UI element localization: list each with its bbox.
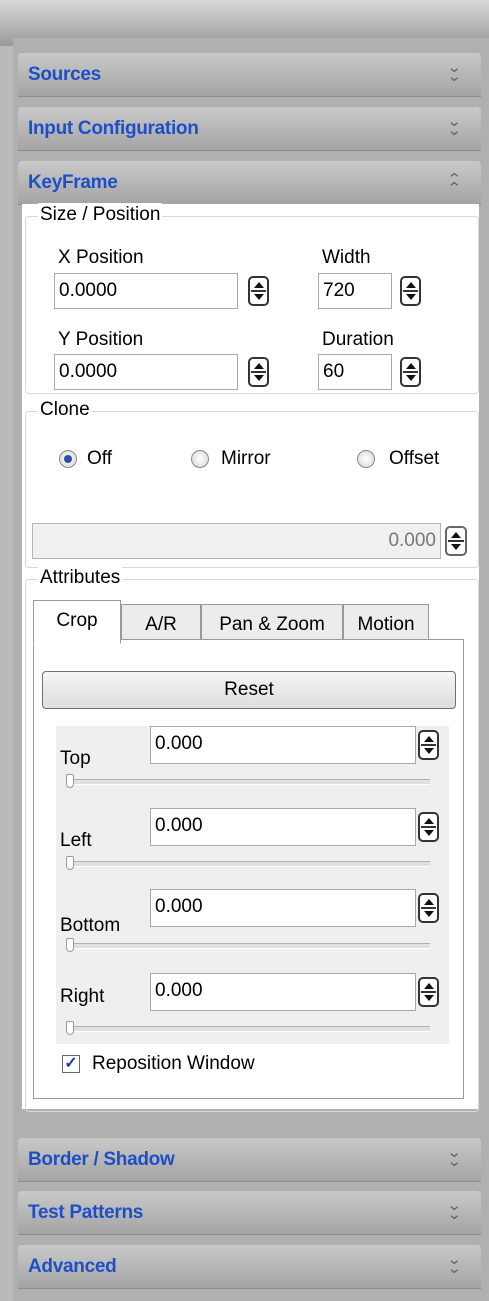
attributes-legend: Attributes	[38, 566, 123, 590]
expand-chevron-icon[interactable]: ⌄ ⌄	[447, 114, 462, 138]
tab-motion[interactable]: Motion	[343, 604, 429, 644]
expand-chevron-icon[interactable]: ⌄ ⌄	[447, 1145, 462, 1169]
test-patterns-title: Test Patterns	[28, 1202, 144, 1223]
crop-left-spinner[interactable]	[418, 812, 439, 842]
width-spinner[interactable]	[400, 276, 421, 306]
x-position-input[interactable]: 0.0000	[54, 273, 238, 309]
crop-right-spinner[interactable]	[418, 977, 439, 1007]
crop-right-slider-thumb[interactable]	[66, 1021, 74, 1035]
border-shadow-title: Border / Shadow	[28, 1149, 175, 1170]
crop-left-input[interactable]: 0.000	[150, 808, 416, 846]
duration-label: Duration	[322, 329, 394, 350]
tab-pan-zoom[interactable]: Pan & Zoom	[201, 604, 343, 644]
crop-left-slider-thumb[interactable]	[66, 856, 74, 870]
crop-top-label: Top	[60, 748, 91, 769]
crop-right-input[interactable]: 0.000	[150, 973, 416, 1011]
duration-input[interactable]: 60	[318, 354, 392, 390]
y-position-spinner[interactable]	[248, 357, 269, 387]
clone-off-label[interactable]: Off	[87, 448, 112, 470]
crop-top-slider-track[interactable]	[66, 779, 430, 785]
crop-top-slider-thumb[interactable]	[66, 774, 74, 788]
size-position-legend: Size / Position	[38, 203, 163, 227]
clone-mirror-label[interactable]: Mirror	[221, 448, 271, 470]
crop-left-slider-track[interactable]	[66, 861, 430, 867]
tab-crop[interactable]: Crop	[33, 600, 121, 644]
keyframe-header[interactable]: KeyFrame ⌃ ⌃	[18, 161, 481, 205]
test-patterns-header[interactable]: Test Patterns ⌄ ⌄	[18, 1191, 481, 1235]
crop-bottom-slider-thumb[interactable]	[66, 938, 74, 952]
clone-offset-spinner[interactable]	[445, 526, 467, 556]
crop-right-slider-track[interactable]	[66, 1026, 430, 1032]
clone-mirror-radio[interactable]	[191, 450, 209, 468]
expand-chevron-icon[interactable]: ⌄ ⌄	[447, 1198, 462, 1222]
crop-right-label: Right	[60, 986, 105, 1007]
crop-bottom-label: Bottom	[60, 915, 121, 936]
reposition-window-checkbox[interactable]: ✓	[62, 1055, 80, 1073]
clone-off-radio[interactable]	[59, 450, 77, 468]
clone-offset-label[interactable]: Offset	[389, 448, 439, 470]
input-configuration-title: Input Configuration	[28, 118, 199, 139]
crop-bottom-spinner[interactable]	[418, 893, 439, 923]
input-configuration-header[interactable]: Input Configuration ⌄ ⌄	[18, 107, 481, 151]
sources-header[interactable]: Sources ⌄ ⌄	[18, 53, 481, 97]
collapse-chevron-icon[interactable]: ⌃ ⌃	[447, 172, 462, 196]
expand-chevron-icon[interactable]: ⌄ ⌄	[447, 1252, 462, 1276]
y-position-label: Y Position	[58, 329, 144, 350]
y-position-input[interactable]: 0.0000	[54, 354, 238, 390]
crop-top-input[interactable]: 0.000	[150, 726, 416, 764]
expand-chevron-icon[interactable]: ⌄ ⌄	[447, 60, 462, 84]
sources-title: Sources	[28, 64, 101, 85]
crop-left-label: Left	[60, 830, 92, 851]
reset-button[interactable]: Reset	[42, 671, 456, 709]
crop-tab-page: Reset Top 0.000 Left 0.000 Bottom 0.000 …	[33, 639, 464, 1099]
crop-bottom-input[interactable]: 0.000	[150, 889, 416, 927]
checkmark-icon: ✓	[64, 1055, 78, 1072]
advanced-header[interactable]: Advanced ⌄ ⌄	[18, 1245, 481, 1289]
x-position-spinner[interactable]	[248, 276, 269, 306]
width-label: Width	[322, 247, 371, 268]
border-shadow-header[interactable]: Border / Shadow ⌄ ⌄	[18, 1138, 481, 1182]
crop-settings: Top 0.000 Left 0.000 Bottom 0.000 Right …	[56, 726, 449, 1044]
crop-top-spinner[interactable]	[418, 730, 439, 760]
width-input[interactable]: 720	[318, 273, 392, 309]
x-position-label: X Position	[58, 247, 144, 268]
clone-legend: Clone	[38, 398, 92, 422]
clone-offset-value-input[interactable]: 0.000	[32, 523, 441, 559]
clone-offset-radio[interactable]	[357, 450, 375, 468]
duration-spinner[interactable]	[400, 357, 421, 387]
crop-bottom-slider-track[interactable]	[66, 943, 430, 949]
keyframe-title: KeyFrame	[28, 172, 118, 193]
tab-ar[interactable]: A/R	[121, 604, 201, 644]
reposition-window-label[interactable]: Reposition Window	[92, 1053, 255, 1075]
advanced-title: Advanced	[28, 1256, 117, 1277]
